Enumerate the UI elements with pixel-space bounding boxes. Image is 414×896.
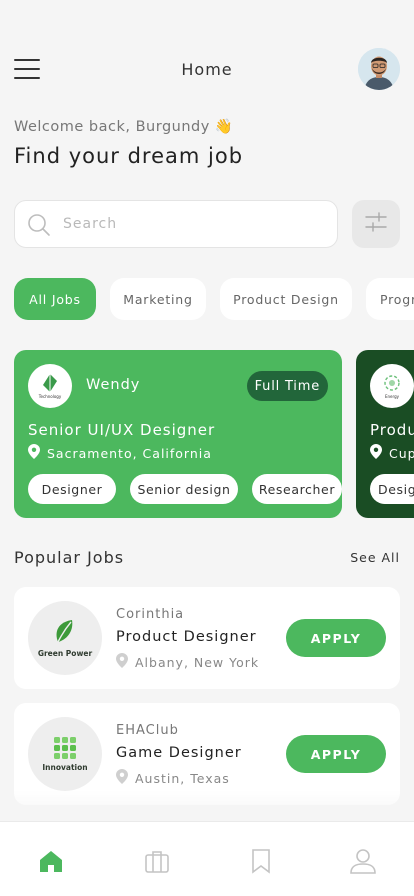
company-name: Corinthia	[116, 607, 185, 622]
bottom-nav	[0, 821, 414, 896]
headline: Find your dream job	[14, 144, 244, 168]
apply-button[interactable]: APPLY	[286, 735, 386, 773]
company-logo: Energy	[370, 364, 414, 408]
avatar[interactable]	[358, 48, 400, 90]
filter-button[interactable]	[352, 200, 400, 248]
search-icon	[27, 213, 51, 241]
tag-senior-design[interactable]: Senior design	[130, 474, 238, 504]
company-logo: Technology	[28, 364, 72, 408]
location-pin-icon	[370, 444, 382, 462]
company-logo: Innovation	[28, 717, 102, 791]
app-header: Home	[0, 48, 414, 90]
tag-researcher[interactable]: Researcher	[252, 474, 342, 504]
apply-button[interactable]: APPLY	[286, 619, 386, 657]
logo-text: Technology	[38, 394, 62, 399]
featured-jobs: Technology Wendy Full Time Senior UI/UX …	[14, 350, 414, 518]
job-card[interactable]: Green Power Corinthia Product Designer A…	[14, 587, 400, 689]
company-logo: Green Power	[28, 601, 102, 675]
company-name: Wendy	[86, 377, 141, 393]
tag-designer[interactable]: Designer	[28, 474, 116, 504]
location-pin-icon	[116, 769, 128, 787]
location-text: Austin, Texas	[135, 770, 230, 786]
location-pin-icon	[116, 653, 128, 671]
job-location: Albany, New York	[116, 653, 259, 671]
job-title: Senior UI/UX Designer	[28, 421, 216, 439]
energy-logo-icon	[384, 375, 400, 391]
welcome-text: Welcome back, Burgundy 👋	[14, 119, 234, 135]
scroll-fade	[0, 790, 414, 822]
featured-job-card[interactable]: Technology Wendy Full Time Senior UI/UX …	[14, 350, 342, 518]
briefcase-icon[interactable]	[144, 848, 170, 874]
section-title: Popular Jobs	[14, 548, 125, 567]
search-input[interactable]	[63, 201, 323, 247]
location-text: Sacramento, California	[47, 445, 212, 461]
tab-marketing[interactable]: Marketing	[110, 278, 206, 320]
home-icon[interactable]	[38, 848, 64, 874]
job-title: Game Designer	[116, 745, 242, 761]
leaf-logo-icon	[56, 620, 73, 643]
page-title: Home	[181, 60, 233, 79]
location-pin-icon	[28, 444, 40, 462]
job-location: Cup	[370, 444, 414, 462]
job-title: Product Designer	[116, 629, 257, 645]
job-title: Produ	[370, 421, 414, 439]
grid-logo-icon	[54, 737, 76, 759]
logo-brand: Green Power	[37, 649, 93, 658]
location-text: Cup	[389, 445, 414, 461]
category-tabs: All Jobs Marketing Product Design Progr	[14, 278, 414, 320]
sliders-icon	[364, 210, 388, 238]
tab-programming[interactable]: Progr	[366, 278, 414, 320]
location-text: Albany, New York	[135, 654, 260, 670]
job-location: Austin, Texas	[116, 769, 230, 787]
tab-product-design[interactable]: Product Design	[220, 278, 352, 320]
job-location: Sacramento, California	[28, 444, 212, 462]
see-all-link[interactable]: See All	[350, 550, 400, 565]
bookmark-icon[interactable]	[248, 848, 274, 874]
tab-all-jobs[interactable]: All Jobs	[14, 278, 96, 320]
search-bar[interactable]	[14, 200, 338, 248]
job-type-badge: Full Time	[246, 371, 328, 401]
logo-brand: Innovation	[42, 763, 88, 772]
featured-job-card[interactable]: Energy Produ Cup Desig	[356, 350, 414, 518]
tag-designer[interactable]: Desig	[370, 474, 414, 504]
profile-icon[interactable]	[350, 848, 376, 874]
leaf-logo-icon	[43, 374, 57, 392]
company-name: EHAClub	[116, 723, 179, 738]
logo-text: Energy	[384, 394, 399, 399]
